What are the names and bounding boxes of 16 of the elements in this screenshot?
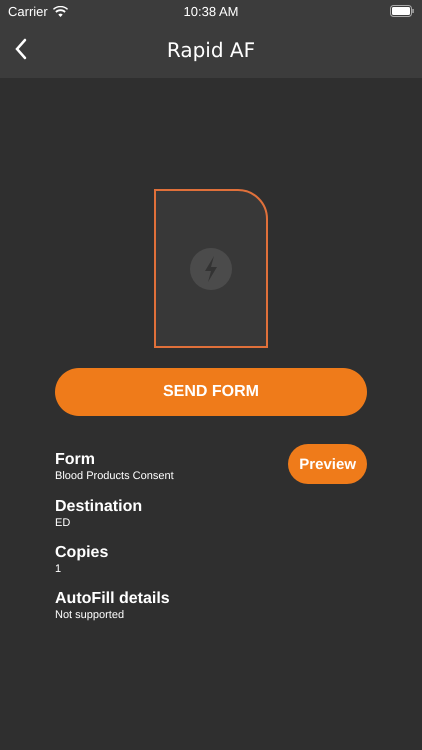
wifi-icon <box>52 6 68 16</box>
detail-label: Copies <box>55 543 108 562</box>
detail-label: Destination <box>55 497 142 516</box>
detail-value: 1 <box>55 562 62 576</box>
send-form-button[interactable]: SEND FORM <box>55 368 367 416</box>
detail-value: Blood Products Consent <box>55 469 174 483</box>
screen-title: Rapid AF <box>166 38 256 62</box>
preview-button[interactable]: Preview <box>288 444 367 484</box>
carrier-label: Carrier <box>8 4 48 18</box>
detail-value: ED <box>55 516 72 530</box>
clock-time: 10:38 AM <box>184 4 238 18</box>
detail-label: Form <box>55 450 96 469</box>
battery-icon <box>390 5 414 17</box>
form-document-icon <box>154 189 268 349</box>
detail-value: Not supported <box>55 608 126 622</box>
detail-label: AutoFill details <box>55 589 170 608</box>
